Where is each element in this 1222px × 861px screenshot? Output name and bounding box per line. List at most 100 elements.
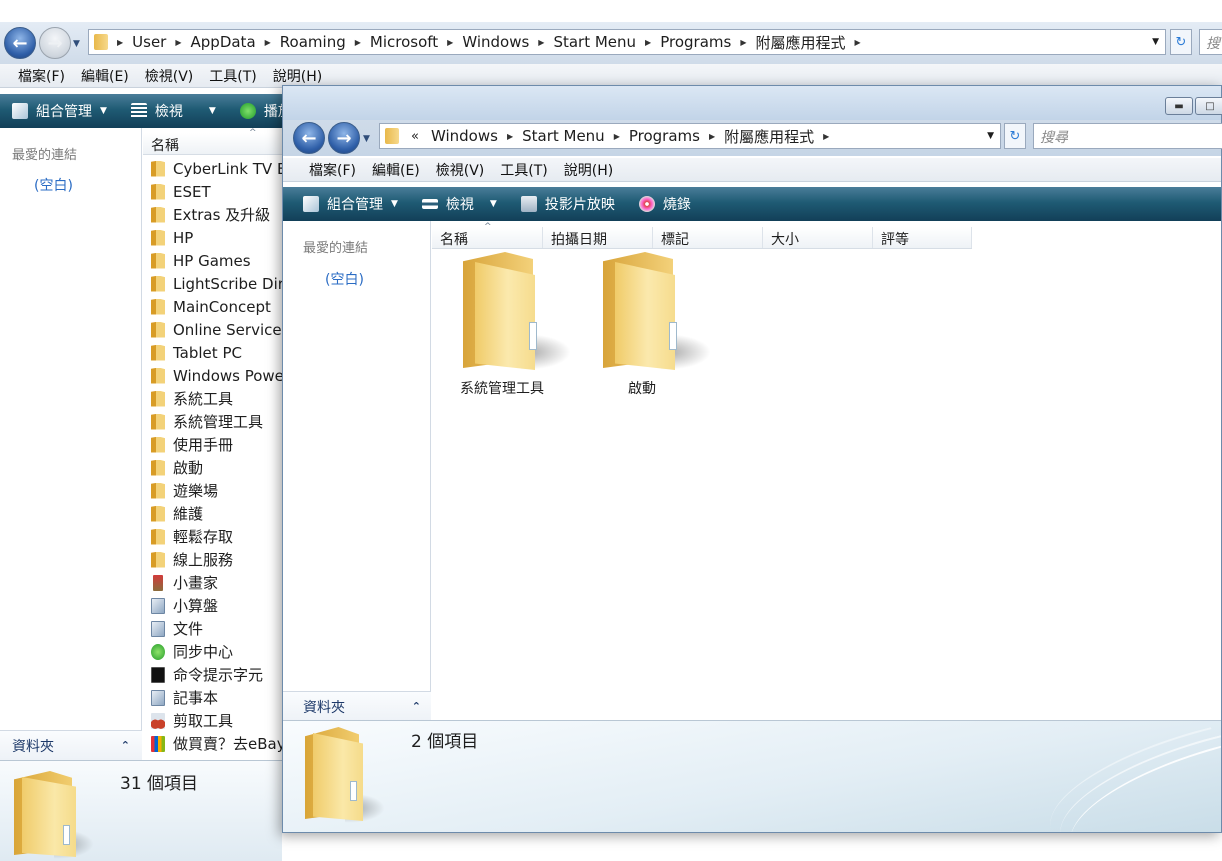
organize-button[interactable]: 組合管理 ▼ xyxy=(291,187,410,221)
recent-pages-dropdown-icon[interactable]: ▼ xyxy=(363,134,373,144)
list-item[interactable]: 使用手冊 xyxy=(151,433,283,456)
burn-button[interactable]: 燒錄 xyxy=(627,187,703,221)
folders-toggle[interactable]: 資料夾 ⌃ xyxy=(283,691,431,721)
breadcrumb-item[interactable]: User xyxy=(126,33,172,51)
minimize-button[interactable]: ▬ xyxy=(1165,97,1193,115)
breadcrumb-item[interactable]: 附屬應用程式 xyxy=(718,126,820,147)
breadcrumb-item[interactable]: Programs xyxy=(623,127,706,145)
column-name[interactable]: 名稱 ^ xyxy=(432,222,543,248)
breadcrumb-item[interactable]: Windows xyxy=(425,127,504,145)
menu-tools[interactable]: 工具(T) xyxy=(492,160,555,180)
list-item[interactable]: 命令提示字元 xyxy=(151,663,283,686)
column-size[interactable]: 大小 xyxy=(763,227,873,248)
organize-button[interactable]: 組合管理 ▼ xyxy=(0,94,119,128)
list-item[interactable]: 系統工具 xyxy=(151,387,283,410)
folder-icon xyxy=(151,551,165,568)
search-input[interactable]: 搜 xyxy=(1199,29,1222,55)
folder-item[interactable]: 系統管理工具 xyxy=(437,252,571,398)
brush-icon xyxy=(153,574,163,591)
list-item[interactable]: Windows PowerShell xyxy=(151,364,283,387)
breadcrumb-item[interactable]: AppData xyxy=(185,33,262,51)
favorite-links-heading: 最愛的連結 xyxy=(303,241,369,256)
folders-toggle[interactable]: 資料夾 ⌃ xyxy=(0,730,142,760)
column-name[interactable]: 名稱 ^ xyxy=(143,128,283,154)
list-item[interactable]: 做買賣？去eBay xyxy=(151,732,283,755)
folder-icon xyxy=(151,160,165,177)
list-item[interactable]: HP xyxy=(151,226,283,249)
menu-edit[interactable]: 編輯(E) xyxy=(364,160,428,180)
list-item[interactable]: 線上服務 xyxy=(151,548,283,571)
breadcrumb-item[interactable]: Windows xyxy=(456,33,535,51)
explorer-window-foreground[interactable]: ▬ □ ← → ▼ « Windows ▶ Start Menu ▶ Progr… xyxy=(282,85,1222,833)
ebay-icon xyxy=(151,735,165,752)
folder-icon xyxy=(151,206,165,223)
address-dropdown-icon[interactable]: ▼ xyxy=(1152,37,1159,47)
list-item[interactable]: 記事本 xyxy=(151,686,283,709)
column-rating[interactable]: 評等 xyxy=(873,227,972,248)
forward-button[interactable]: → xyxy=(39,27,71,59)
list-item-label: 記事本 xyxy=(173,689,219,707)
menu-edit[interactable]: 編輯(E) xyxy=(73,66,137,86)
list-item[interactable]: CyberLink TV Enhance xyxy=(151,157,283,180)
views-button[interactable]: 檢視 ▼ xyxy=(410,187,509,221)
breadcrumb-item[interactable]: Microsoft xyxy=(364,33,444,51)
forward-button[interactable]: → xyxy=(328,122,360,154)
list-item-label: 線上服務 xyxy=(173,551,234,569)
list-item-label: 維護 xyxy=(173,505,204,523)
list-item[interactable]: 同步中心 xyxy=(151,640,283,663)
breadcrumb-item[interactable]: 附屬應用程式 xyxy=(749,32,851,53)
recent-pages-dropdown-icon[interactable]: ▼ xyxy=(73,39,83,49)
list-item[interactable]: 遊樂場 xyxy=(151,479,283,502)
list-item[interactable]: Tablet PC xyxy=(151,341,283,364)
maximize-button[interactable]: □ xyxy=(1195,97,1222,115)
search-input[interactable]: 搜尋 xyxy=(1033,123,1222,149)
list-item-label: Tablet PC xyxy=(173,343,242,362)
list-item[interactable]: 維護 xyxy=(151,502,283,525)
list-item-label: 啟動 xyxy=(173,459,204,477)
menu-tools[interactable]: 工具(T) xyxy=(201,66,264,86)
breadcrumb-item[interactable]: Programs xyxy=(654,33,737,51)
column-date-taken[interactable]: 拍攝日期 xyxy=(543,227,653,248)
menu-view[interactable]: 檢視(V) xyxy=(137,66,202,86)
breadcrumb[interactable]: ▶ User ▶ AppData ▶ Roaming ▶ Microsoft ▶… xyxy=(88,29,1166,55)
breadcrumb[interactable]: « Windows ▶ Start Menu ▶ Programs ▶ 附屬應用… xyxy=(379,123,1001,149)
list-item-label: 小畫家 xyxy=(173,574,219,592)
list-item[interactable]: 輕鬆存取 xyxy=(151,525,283,548)
breadcrumb-item[interactable]: Start Menu xyxy=(516,127,611,145)
back-button[interactable]: ← xyxy=(293,122,325,154)
breadcrumb-overflow[interactable]: « xyxy=(405,129,425,144)
list-item[interactable]: MainConcept xyxy=(151,295,283,318)
slideshow-button[interactable]: 投影片放映 xyxy=(509,187,627,221)
views-button[interactable]: 檢視 ▼ xyxy=(119,94,228,128)
list-item[interactable]: 系統管理工具 xyxy=(151,410,283,433)
breadcrumb-item[interactable]: Start Menu xyxy=(547,33,642,51)
list-item[interactable]: 剪取工具 xyxy=(151,709,283,732)
menu-help[interactable]: 說明(H) xyxy=(265,66,330,86)
title-bar[interactable]: ▬ □ xyxy=(283,86,1222,120)
list-item[interactable]: 小算盤 xyxy=(151,594,283,617)
list-item[interactable]: HP Games xyxy=(151,249,283,272)
chevron-down-icon: ▼ xyxy=(489,199,497,209)
menu-file[interactable]: 檔案(F) xyxy=(301,160,364,180)
list-item[interactable]: 啟動 xyxy=(151,456,283,479)
list-item[interactable]: Online Services xyxy=(151,318,283,341)
back-button[interactable]: ← xyxy=(4,27,36,59)
folder-item[interactable]: 啟動 xyxy=(577,252,711,398)
list-item-label: ESET xyxy=(173,182,211,201)
list-item[interactable]: Extras 及升級 xyxy=(151,203,283,226)
list-item[interactable]: 小畫家 xyxy=(151,571,283,594)
address-dropdown-icon[interactable]: ▼ xyxy=(987,131,994,141)
menu-file[interactable]: 檔案(F) xyxy=(10,66,73,86)
list-item[interactable]: LightScribe Direct Disc Labeling xyxy=(151,272,283,295)
folder-icon xyxy=(151,505,165,522)
refresh-button[interactable]: ↻ xyxy=(1170,29,1192,55)
column-tags[interactable]: 標記 xyxy=(653,227,763,248)
menu-view[interactable]: 檢視(V) xyxy=(428,160,493,180)
list-item[interactable]: 文件 xyxy=(151,617,283,640)
folder-icon xyxy=(151,183,165,200)
refresh-button[interactable]: ↻ xyxy=(1004,123,1026,149)
list-item[interactable]: ESET xyxy=(151,180,283,203)
breadcrumb-item[interactable]: Roaming xyxy=(274,33,352,51)
list-item-label: 文件 xyxy=(173,620,204,638)
menu-help[interactable]: 說明(H) xyxy=(556,160,621,180)
